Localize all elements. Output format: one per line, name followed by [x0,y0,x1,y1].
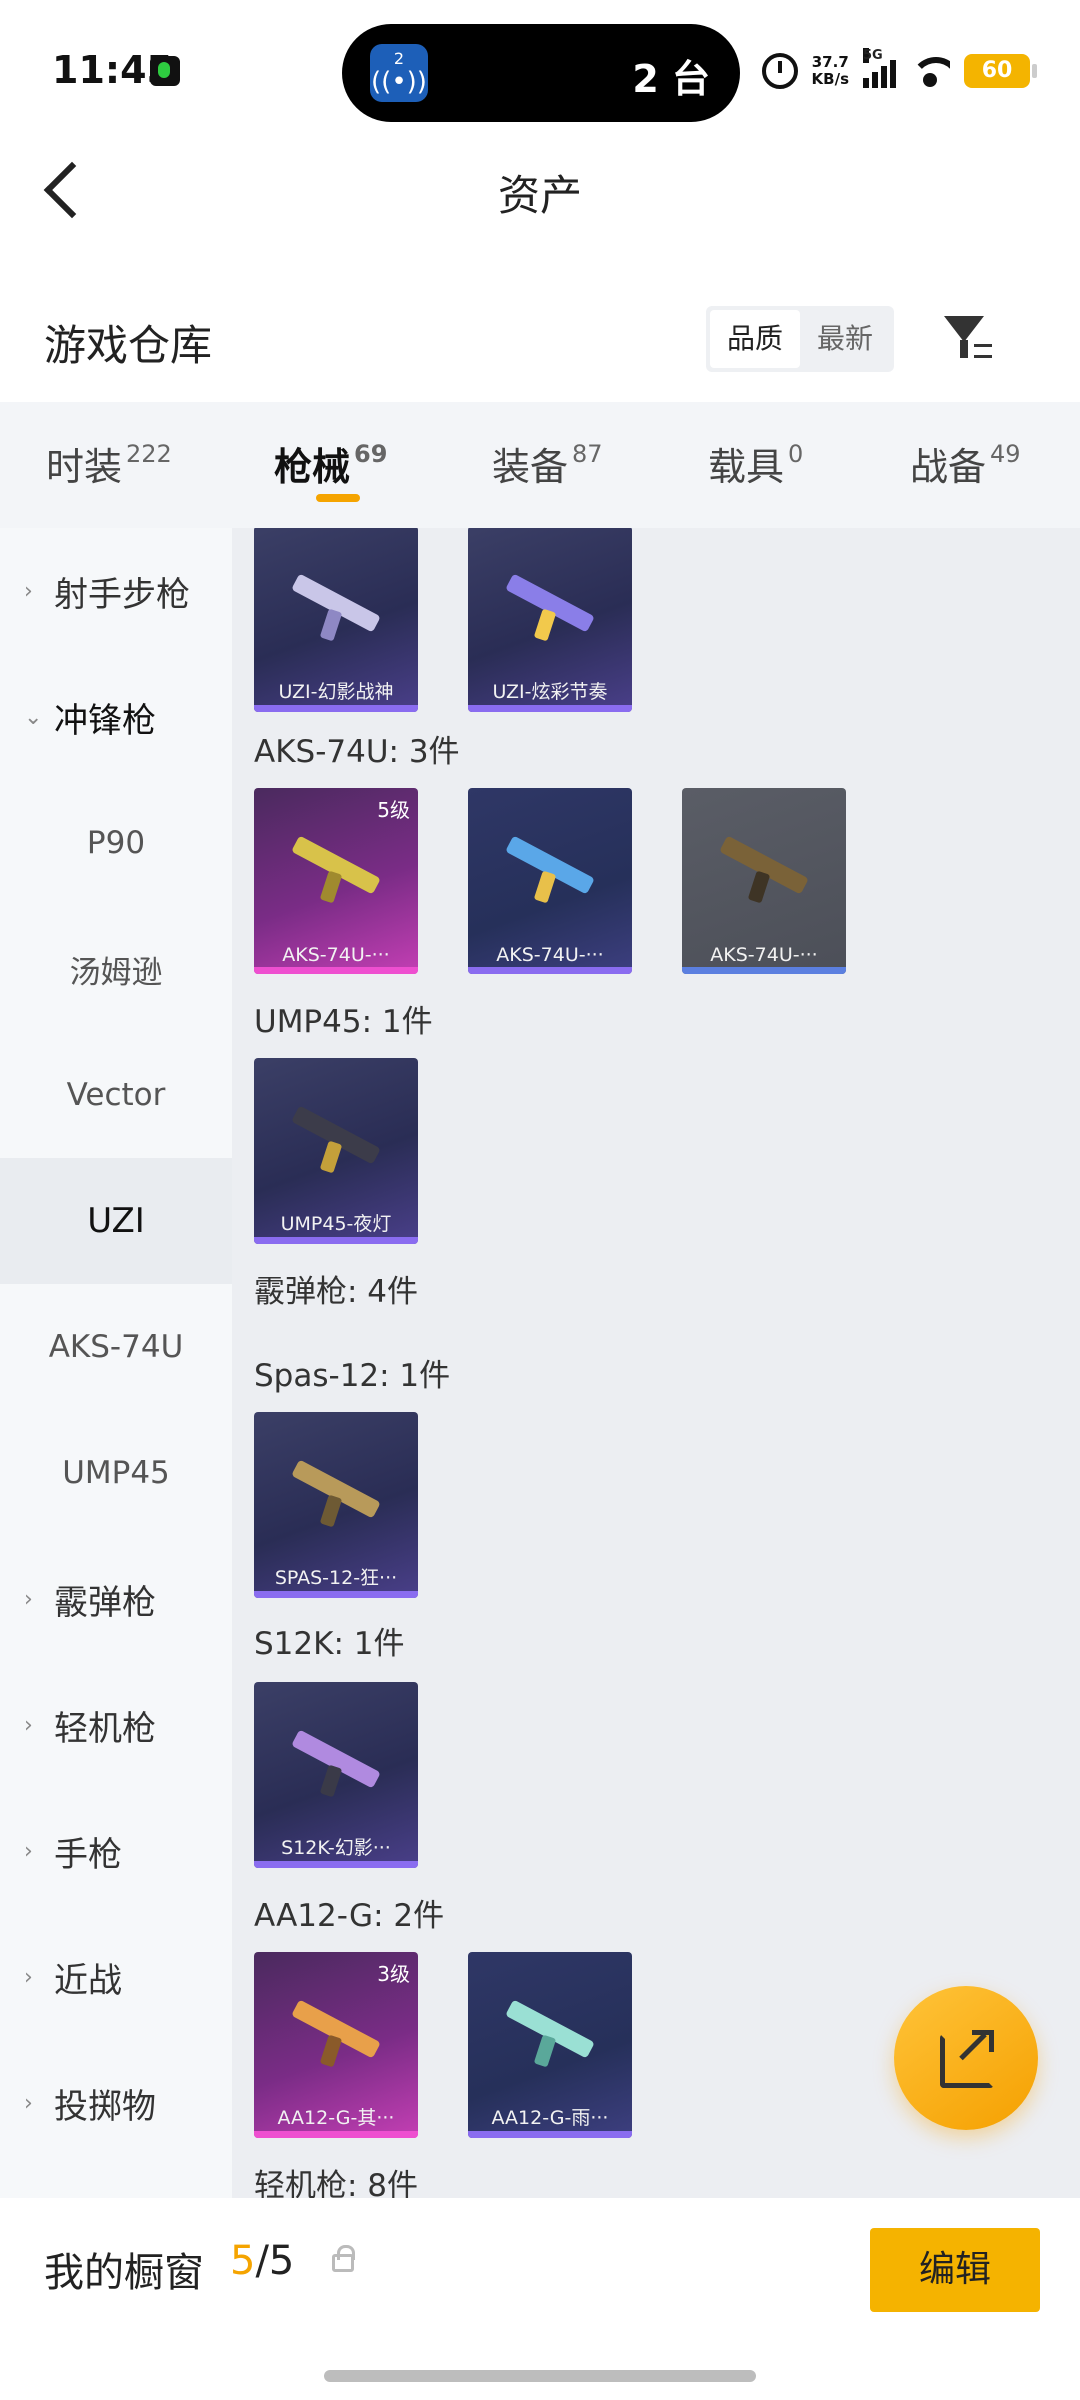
sidebar-item-shotgun[interactable]: › 霰弹枪 [0,1536,232,1662]
weapon-image [284,1098,384,1178]
showcase-title: 我的橱窗 [44,2250,204,2296]
sort-quality-button[interactable]: 品质 [710,310,800,368]
sort-newest-button[interactable]: 最新 [800,310,890,368]
skin-card[interactable]: UMP45-夜灯 [254,1058,418,1244]
weapon-image [498,1992,598,2072]
skin-card[interactable]: UZI-炫彩节奏 [468,528,632,712]
chevron-right-icon: › [24,578,33,604]
chevron-down-icon: ⌄ [24,704,43,730]
sidebar-item-marksman-rifle[interactable]: › 射手步枪 [0,528,232,654]
skin-card-label: AA12-G-雨··· [491,2107,609,2129]
sort-toggle: 品质 最新 [706,306,894,372]
chevron-right-icon: › [24,1712,33,1738]
skin-card-label: UZI-炫彩节奏 [492,681,608,703]
sidebar-item-melee[interactable]: › 近战 [0,1914,232,2040]
alarm-icon [761,53,798,89]
skin-card-label: AKS-74U-··· [710,944,818,966]
edit-button[interactable]: 编辑 [870,2228,1040,2312]
skin-card-label: AKS-74U-··· [496,944,604,966]
section-label: 霰弹枪: 4件 [254,1274,419,1310]
app-notification-icon [150,56,180,86]
filter-icon[interactable] [938,310,998,370]
header: 资产 [0,140,1080,250]
network-speed-value: 37.7 [811,53,849,71]
wifi-icon [910,55,950,87]
island-device-count: 2 台 [632,57,710,101]
share-button[interactable] [894,1986,1038,2130]
battery-icon: 60 [964,54,1037,88]
sidebar-item-vector[interactable]: Vector [0,1032,232,1158]
section-label: UMP45: 1件 [254,1004,433,1040]
active-tab-indicator [316,494,360,502]
skin-card[interactable]: S12K-幻影··· [254,1682,418,1868]
weapon-image [712,828,812,908]
skin-card-label: S12K-幻影··· [281,1837,391,1859]
chevron-right-icon: › [24,1964,33,1990]
weapon-image [498,566,598,646]
status-icons: 37.7 KB/s 5G 60 [761,46,1037,96]
network-speed-unit: KB/s [811,70,849,88]
weapon-image [284,1722,384,1802]
sidebar-item-p90[interactable]: P90 [0,780,232,906]
sidebar-item-throwable[interactable]: › 投掷物 [0,2040,232,2166]
sidebar-item-pistol[interactable]: › 手枪 [0,1788,232,1914]
chevron-right-icon: › [24,2090,33,2116]
section-label: S12K: 1件 [254,1626,405,1662]
status-bar: 11:45 2 ((•)) 2 台 37.7 KB/s 5G 60 [0,0,1080,140]
weapon-image [284,566,384,646]
level-badge: 5级 [377,798,410,822]
weapon-image [284,828,384,908]
home-indicator[interactable] [324,2370,756,2382]
section-label: AA12-G: 2件 [254,1898,445,1934]
skin-card-label: UZI-幻影战神 [278,681,394,703]
skin-card[interactable]: AKS-74U-··· [468,788,632,974]
tab-equipment[interactable]: 装备 87 [492,436,603,491]
category-tabs: 时装 222 枪械 69 装备 87 载具 0 战备 49 [0,402,1080,528]
warehouse-header: 游戏仓库 品质 最新 [0,290,1080,400]
share-icon [972,2030,994,2052]
showcase-count: 5/5 [230,2238,295,2284]
lock-icon [332,2245,355,2272]
sidebar-item-ump45[interactable]: UMP45 [0,1410,232,1536]
weapon-image [284,1992,384,2072]
section-label: Spas-12: 1件 [254,1358,451,1394]
weapon-skin-grid: UZI-幻影战神 UZI-炫彩节奏 AKS-74U: 3件 5级 AKS-74U… [232,528,1080,2198]
weapon-image [284,1452,384,1532]
skin-card[interactable]: SPAS-12-狂··· [254,1412,418,1598]
level-badge: 3级 [377,1962,410,1986]
broadcast-icon: 2 ((•)) [370,44,428,102]
section-label: AKS-74U: 3件 [254,734,460,770]
dynamic-island[interactable]: 2 ((•)) 2 台 [342,24,740,122]
showcase-bar: 我的橱窗 5/5 编辑 [0,2198,1080,2400]
skin-card[interactable]: AA12-G-雨··· [468,1952,632,2138]
skin-card[interactable]: 5级 AKS-74U-··· [254,788,418,974]
weapon-image [498,828,598,908]
sidebar-item-uzi[interactable]: UZI [0,1158,232,1284]
tab-firearms[interactable]: 枪械 69 [274,436,387,491]
tab-vehicles[interactable]: 载具 0 [708,436,803,491]
skin-card-label: AKS-74U-··· [282,944,390,966]
sidebar-item-thompson[interactable]: 汤姆逊 [0,906,232,1032]
chevron-right-icon: › [24,1586,33,1612]
skin-card-label: SPAS-12-狂··· [274,1567,398,1589]
sidebar-item-aks74u[interactable]: AKS-74U [0,1284,232,1410]
skin-card[interactable]: UZI-幻影战神 [254,528,418,712]
broadcast-icon-number: 2 [393,49,405,68]
sidebar-item-smg[interactable]: ⌄ 冲锋枪 [0,654,232,780]
skin-card-label: AA12-G-其··· [277,2107,395,2129]
tab-supplies[interactable]: 战备 49 [910,436,1021,491]
network-speed: 37.7 KB/s [812,54,849,88]
warehouse-title: 游戏仓库 [44,321,213,370]
chevron-right-icon: › [24,1838,33,1864]
skin-card[interactable]: 3级 AA12-G-其··· [254,1952,418,2138]
network-type: 5G [863,48,883,63]
skin-card[interactable]: AKS-74U-··· [682,788,846,974]
tab-fashion[interactable]: 时装 222 [46,436,172,491]
section-label: 轻机枪: 8件 [254,2168,419,2198]
signal-icon: 5G [863,48,896,88]
page-title: 资产 [497,171,582,220]
weapon-type-sidebar: › 射手步枪 ⌄ 冲锋枪 P90 汤姆逊 Vector UZI AKS-74U UM… [0,528,232,2198]
skin-card-label: UMP45-夜灯 [280,1213,392,1235]
sidebar-item-lmg[interactable]: › 轻机枪 [0,1662,232,1788]
